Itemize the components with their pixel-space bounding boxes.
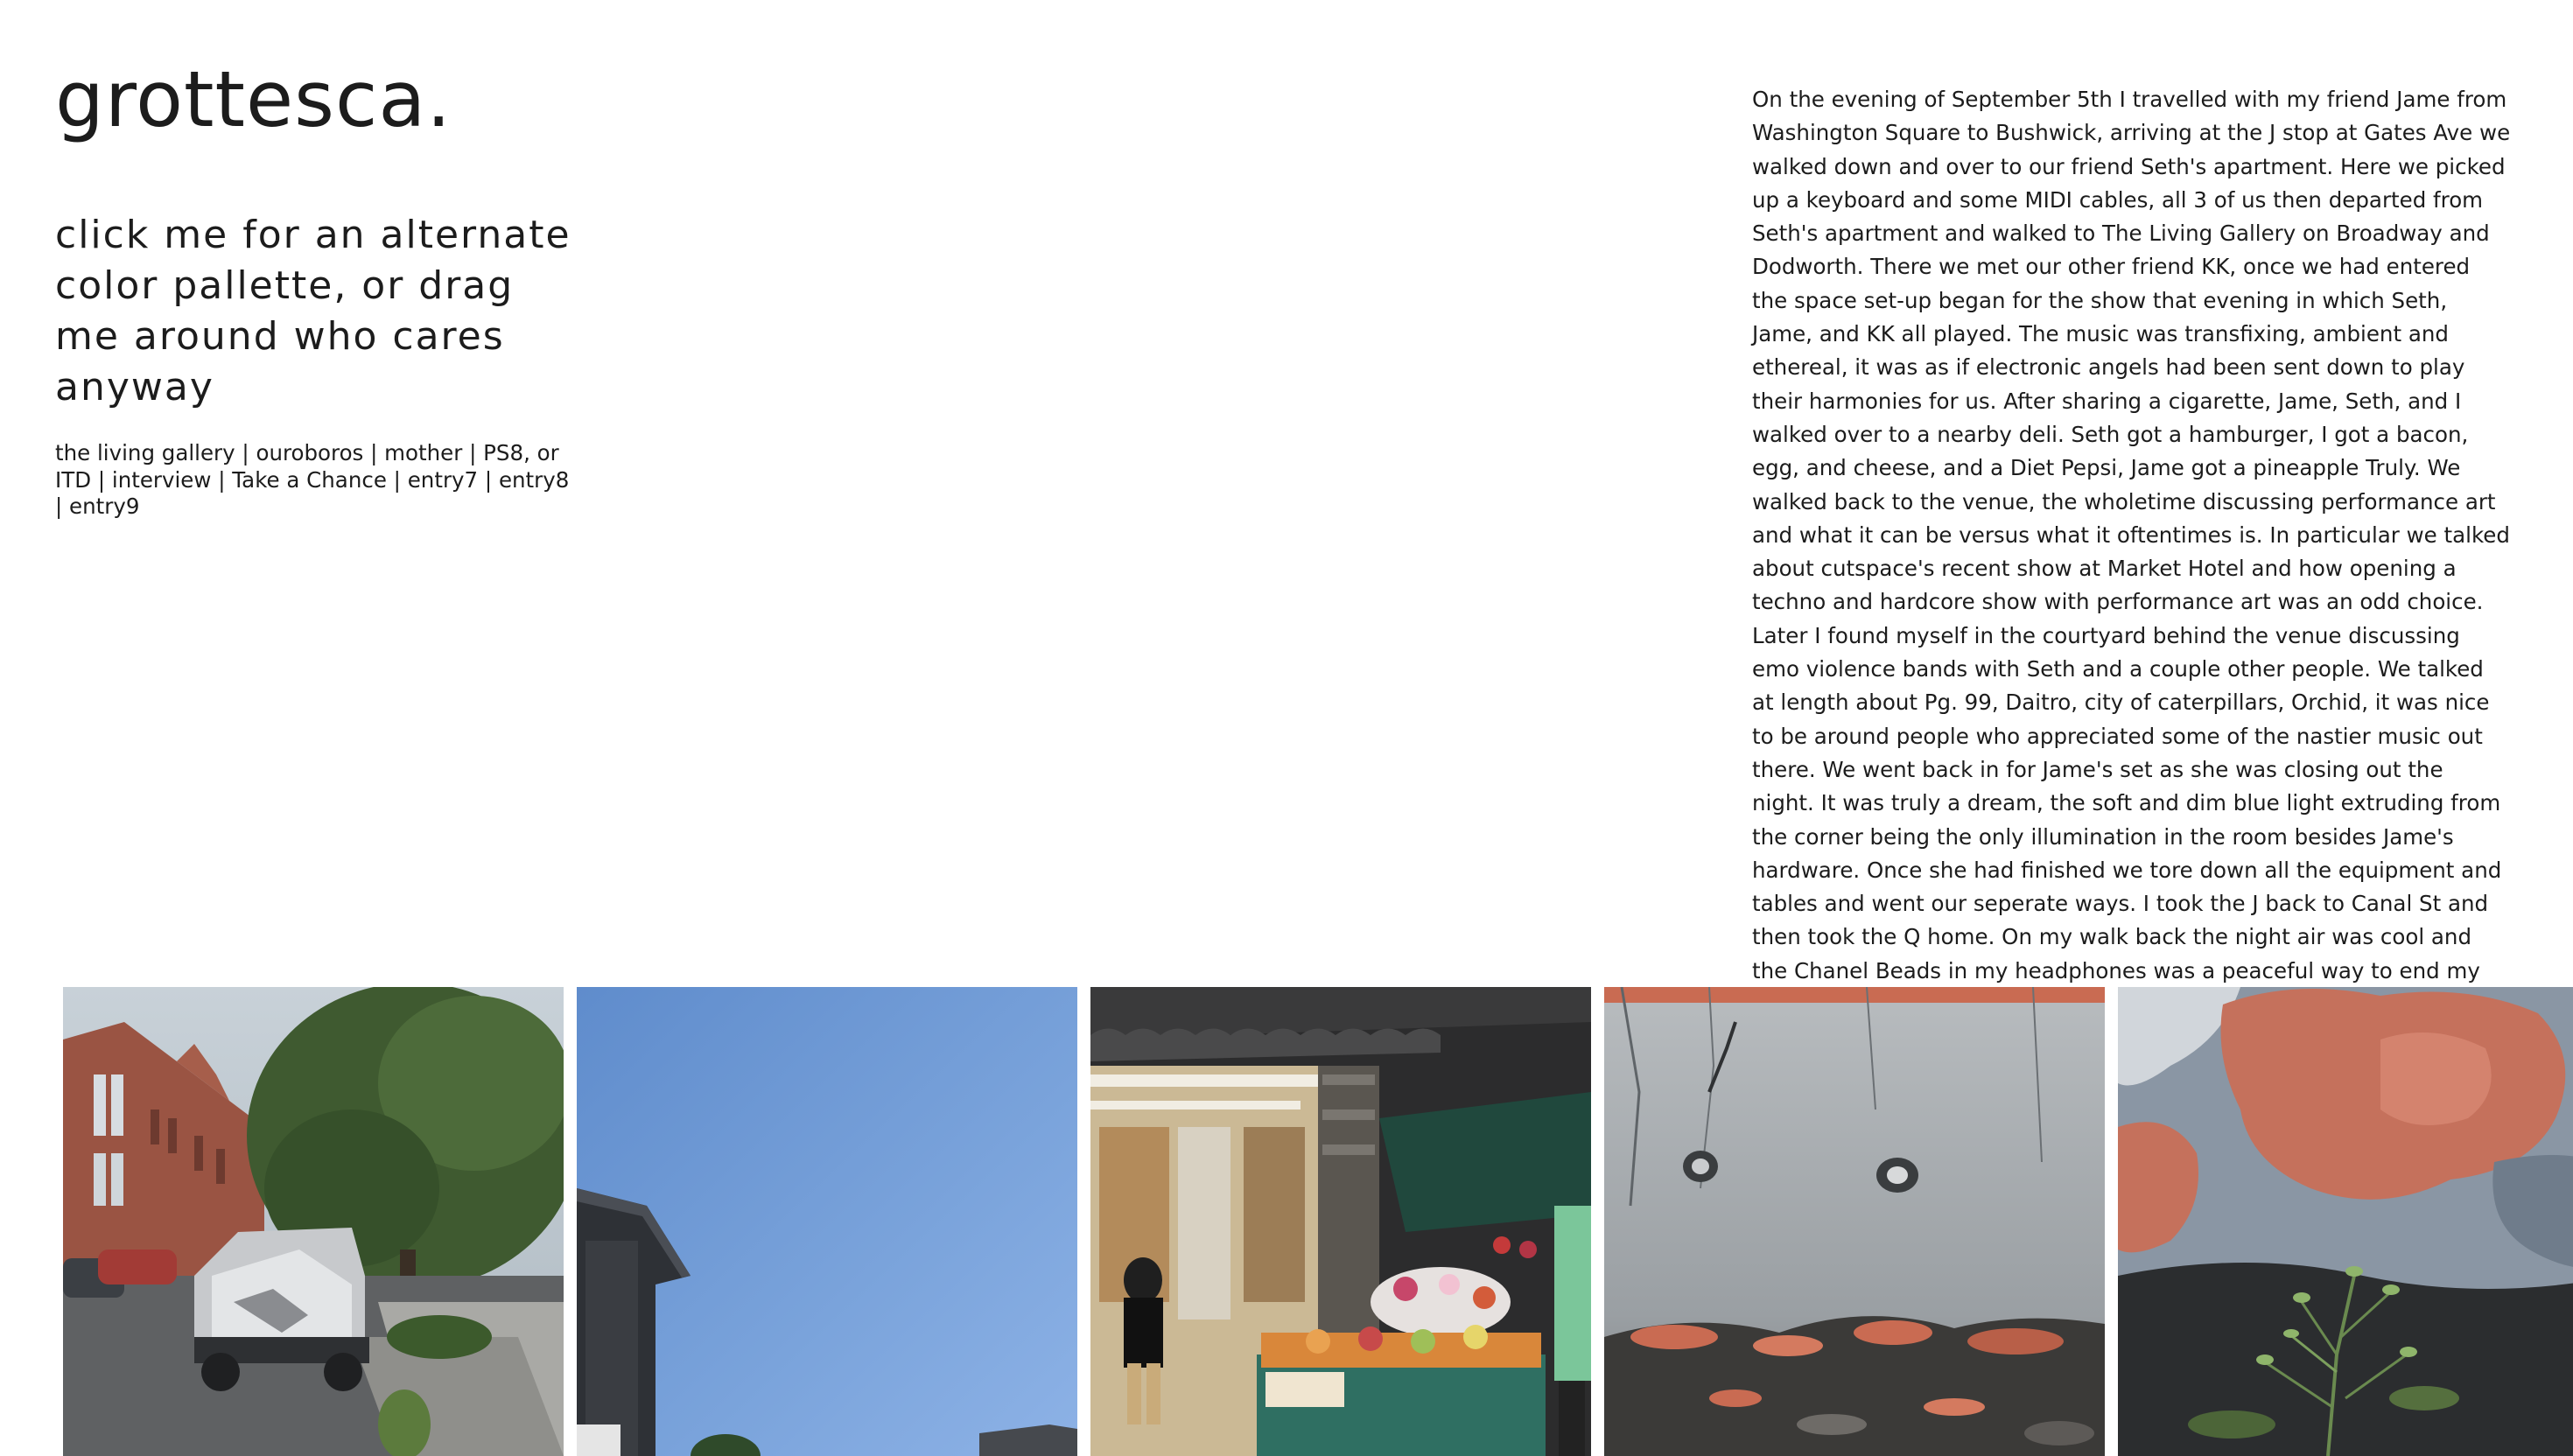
nav-separator: | — [55, 494, 70, 519]
site-title: grottesca. — [55, 54, 452, 144]
deli-flower-stand-photo — [1090, 987, 1591, 1456]
photo-gallery — [63, 987, 2573, 1456]
nav-separator: | — [235, 440, 256, 466]
nav-separator: | — [363, 440, 385, 466]
nav-link-entry7[interactable]: entry7 — [408, 467, 478, 493]
nav-link-take-a-chance[interactable]: Take a Chance — [232, 467, 387, 493]
peeling-paint-plant-photo — [2118, 987, 2573, 1456]
nav-separator: | — [91, 466, 112, 493]
nav-link-entry8[interactable]: entry8 — [499, 467, 569, 493]
nav-link-ouroboros[interactable]: ouroboros — [256, 440, 363, 466]
nav-separator: | — [211, 466, 233, 493]
nav-link-interview[interactable]: interview — [112, 467, 212, 493]
story-text: On the evening of September 5th I travel… — [1752, 87, 2511, 1017]
blue-sky-rooftop-photo — [577, 987, 1077, 1456]
nav-separator: | — [462, 440, 484, 466]
street-wrecked-car-photo — [63, 987, 564, 1456]
nav-link-entry9[interactable]: entry9 — [69, 494, 139, 519]
page: grottesca. click me for an alternate col… — [0, 0, 2573, 1456]
entry-nav: the living gallery | ouroboros | mother … — [55, 440, 580, 521]
palette-toggle-text[interactable]: click me for an alternate color pallette… — [55, 210, 580, 413]
rusty-wall-closeup-photo — [1604, 987, 2105, 1456]
nav-link-mother[interactable]: mother — [384, 440, 462, 466]
nav-separator: | — [478, 466, 499, 493]
nav-link-living-gallery[interactable]: the living gallery — [55, 440, 235, 466]
nav-separator: | — [386, 466, 408, 493]
